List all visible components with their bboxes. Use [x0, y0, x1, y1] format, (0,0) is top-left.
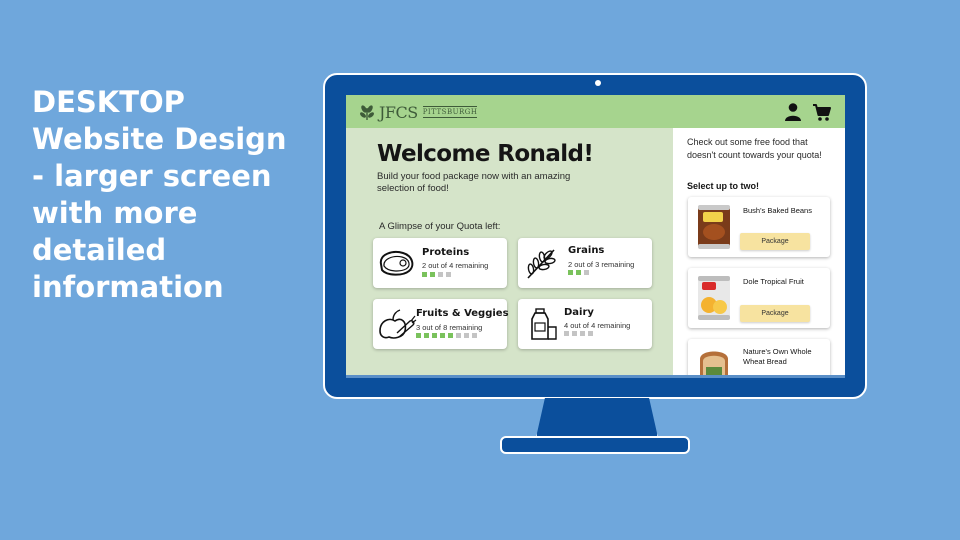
quota-segment [422, 272, 427, 277]
leaf-logo-icon [360, 105, 374, 120]
quota-segment [430, 272, 435, 277]
quota-segment [576, 270, 581, 275]
quota-segment [432, 333, 437, 338]
user-icon[interactable] [783, 102, 803, 122]
quota-segment [472, 333, 477, 338]
quota-progress [564, 331, 593, 336]
quota-segment [564, 331, 569, 336]
cart-icon[interactable] [812, 102, 832, 122]
bean-can-icon [698, 205, 730, 249]
quota-segment [572, 331, 577, 336]
quota-remaining: 4 out of 4 remaining [564, 321, 631, 330]
quota-name: Proteins [422, 247, 470, 258]
wheat-icon [527, 249, 556, 279]
quota-segment [446, 272, 451, 277]
quota-remaining: 2 out of 4 remaining [422, 261, 489, 270]
free-food-panel: Check out some free food that doesn't co… [673, 128, 845, 378]
welcome-subtitle: Build your food package now with an amaz… [377, 171, 571, 194]
quota-segment [584, 270, 589, 275]
free-food-name: Bush's Baked Beans [743, 206, 812, 215]
quota-segment [464, 333, 469, 338]
package-button[interactable]: Package [740, 305, 810, 322]
quota-segment [440, 333, 445, 338]
quota-progress [568, 270, 589, 275]
quota-progress [416, 333, 477, 338]
quota-label: A Glimpse of your Quota left: [379, 221, 501, 232]
logo-subtext: PITTSBURGH [422, 106, 478, 118]
quota-segment [588, 331, 593, 336]
quota-progress [422, 272, 451, 277]
slide-heading: DESKTOP Website Design - larger screen w… [32, 85, 287, 304]
quota-card-dairy[interactable]: Dairy 4 out of 4 remaining [518, 299, 652, 349]
free-food-name: Nature's Own Whole Wheat Bread [743, 347, 812, 366]
select-limit-label: Select up to two! [687, 181, 759, 191]
package-button[interactable]: Package [740, 233, 810, 250]
quota-segment [568, 270, 573, 275]
welcome-title: Welcome Ronald! [377, 141, 594, 167]
quota-segment [456, 333, 461, 338]
quota-name: Fruits & Veggies [416, 308, 509, 319]
produce-icon [379, 309, 417, 339]
free-food-name: Dole Tropical Fruit [743, 277, 804, 286]
screen-bottom-edge [346, 375, 845, 378]
free-food-card[interactable]: Dole Tropical Fruit Package [688, 268, 830, 328]
camera-dot [595, 80, 601, 86]
free-food-intro: Check out some free food that doesn't co… [687, 137, 822, 160]
quota-name: Dairy [564, 307, 594, 318]
quota-segment [438, 272, 443, 277]
quota-segment [448, 333, 453, 338]
jfcs-logo[interactable]: JFCS PITTSBURGH [358, 102, 478, 122]
fruit-can-icon [698, 276, 730, 320]
monitor-stand-base [500, 436, 690, 454]
website-screen: JFCS PITTSBURGH Welcome Ronald! Build yo… [346, 95, 845, 378]
bread-icon [700, 351, 728, 378]
quota-segment [580, 331, 585, 336]
quota-card-proteins[interactable]: Proteins 2 out of 4 remaining [373, 238, 507, 288]
quota-card-grains[interactable]: Grains 2 out of 3 remaining [518, 238, 652, 288]
quota-remaining: 2 out of 3 remaining [568, 260, 635, 269]
free-food-card[interactable]: Bush's Baked Beans Package [688, 197, 830, 257]
free-food-card[interactable]: Nature's Own Whole Wheat Bread [688, 339, 830, 378]
quota-card-fruits-veggies[interactable]: Fruits & Veggies 3 out of 8 remaining [373, 299, 509, 349]
quota-segment [424, 333, 429, 338]
milk-icon [531, 308, 557, 340]
quota-name: Grains [568, 245, 605, 256]
quota-remaining: 3 out of 8 remaining [416, 323, 483, 332]
quota-segment [416, 333, 421, 338]
steak-icon [379, 251, 414, 276]
site-header: JFCS PITTSBURGH [346, 95, 845, 128]
logo-text: JFCS [379, 102, 418, 122]
